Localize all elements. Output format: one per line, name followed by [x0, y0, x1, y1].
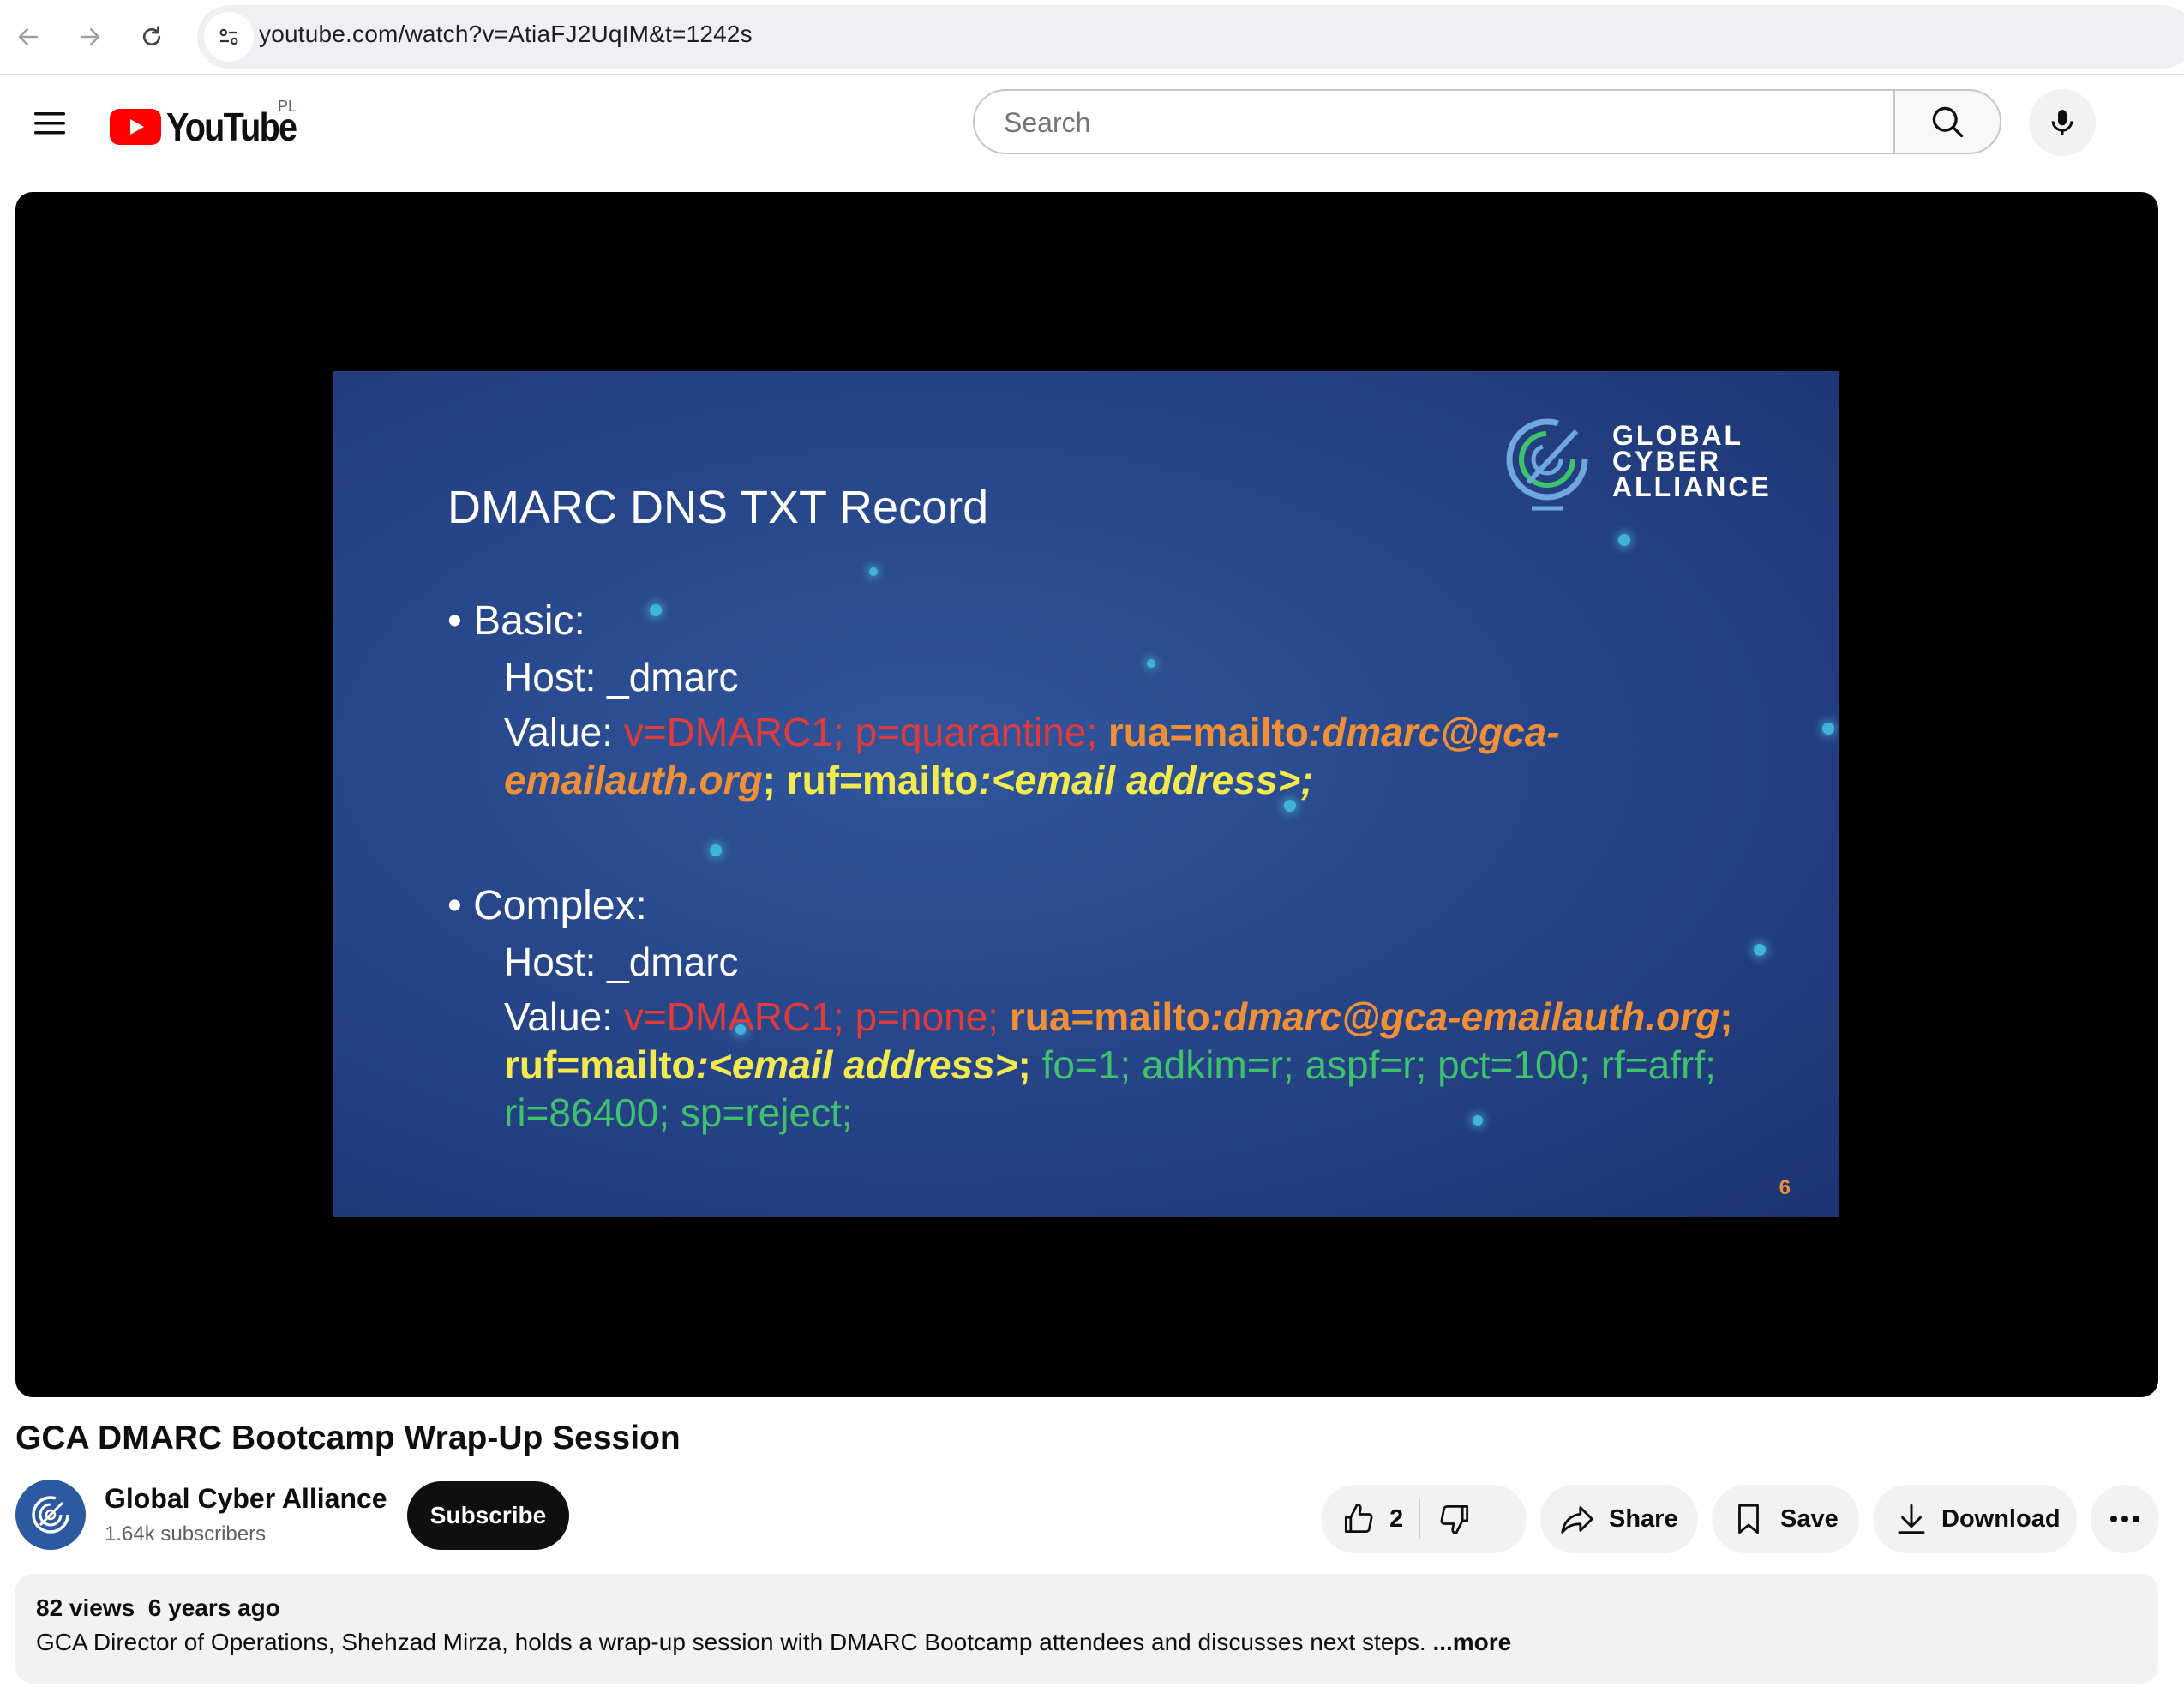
bookmark-icon: [1731, 1500, 1767, 1538]
rua-key: rua=mailto: [1107, 710, 1309, 754]
show-more-link[interactable]: ...more: [1432, 1629, 1511, 1655]
video-title: GCA DMARC Bootcamp Wrap-Up Session: [15, 1420, 681, 1456]
rua-value-cont: emailauth.org: [504, 758, 763, 802]
search-button[interactable]: [1893, 89, 2001, 154]
gca-logo-text: GLOBAL CYBER ALLIANCE: [1612, 420, 1772, 502]
ruf-key: ruf=mailto: [786, 758, 979, 802]
subscriber-count: 1.64k subscribers: [105, 1522, 267, 1546]
dmarc-tags-cont: ri=86400; sp=reject;: [504, 1090, 853, 1135]
share-button[interactable]: Share: [1540, 1485, 1698, 1553]
basic-host: Host: _dmarc: [504, 655, 739, 699]
basic-value-line-1: Value: v=DMARC1; p=quarantine; rua=mailt…: [504, 709, 1560, 755]
share-icon: [1557, 1499, 1597, 1539]
like-count: 2: [1389, 1504, 1404, 1533]
subscribe-button[interactable]: Subscribe: [407, 1481, 569, 1550]
youtube-header: YouTube PL: [0, 75, 2184, 178]
decorative-dot: [1147, 659, 1155, 668]
bullet-basic: • Basic:: [447, 598, 585, 644]
gca-avatar-icon: [32, 1496, 69, 1534]
complex-value-line-3: ri=86400; sp=reject;: [504, 1090, 853, 1136]
gca-logo: GLOBAL CYBER ALLIANCE: [1503, 412, 1811, 524]
download-icon: [1893, 1500, 1929, 1538]
ruf-key: ruf=mailto: [504, 1042, 696, 1087]
dmarc-policy: p=quarantine;: [855, 710, 1098, 754]
description-body: GCA Director of Operations, Shehzad Mirz…: [36, 1629, 1426, 1655]
more-horizontal-icon: [2110, 1516, 2139, 1522]
dislike-button[interactable]: [1436, 1500, 1473, 1538]
url-text[interactable]: youtube.com/watch?v=AtiaFJ2UqIM&t=1242s: [259, 21, 753, 48]
dmarc-version: v=DMARC1;: [623, 994, 844, 1039]
like-divider: [1419, 1499, 1421, 1539]
logo-line-2: CYBER: [1612, 446, 1722, 477]
dmarc-tags: fo=1; adkim=r; aspf=r; pct=100; rf=afrf;: [1041, 1042, 1716, 1087]
site-settings-icon[interactable]: [204, 12, 254, 62]
decorative-dot: [869, 567, 878, 576]
logo-line-1: GLOBAL: [1612, 420, 1744, 451]
microphone-icon: [2051, 110, 2073, 135]
more-actions-button[interactable]: [2091, 1485, 2159, 1553]
forward-arrow-icon[interactable]: [69, 15, 111, 58]
share-label: Share: [1609, 1504, 1678, 1533]
description-text: GCA Director of Operations, Shehzad Mirz…: [36, 1629, 1511, 1656]
search-icon: [1932, 106, 1964, 138]
bullet-complex: • Complex:: [447, 883, 647, 928]
voice-search-button[interactable]: [2029, 89, 2096, 156]
save-label: Save: [1780, 1504, 1839, 1533]
video-player[interactable]: GLOBAL CYBER ALLIANCE DMARC DNS TXT Reco…: [15, 192, 2158, 1397]
address-bar[interactable]: youtube.com/watch?v=AtiaFJ2UqIM&t=1242s: [197, 5, 2184, 69]
rua-value: :dmarc@gca-emailauth.org: [1209, 994, 1720, 1039]
decorative-dot: [1618, 534, 1630, 546]
reload-icon[interactable]: [130, 15, 173, 58]
value-label: Value:: [504, 710, 614, 754]
dmarc-policy: p=none;: [855, 994, 999, 1039]
logo-line-3: ALLIANCE: [1612, 471, 1772, 502]
rua-value: :dmarc@gca-: [1308, 710, 1560, 754]
description-box[interactable]: 82 views 6 years ago GCA Director of Ope…: [15, 1574, 2158, 1684]
view-count: 82 views: [36, 1594, 135, 1621]
like-button[interactable]: 2: [1340, 1500, 1403, 1538]
complex-value-line-1: Value: v=DMARC1; p=none; rua=mailto:dmar…: [504, 994, 1733, 1040]
channel-name[interactable]: Global Cyber Alliance: [105, 1483, 387, 1515]
globe-logo-icon: [1506, 418, 1588, 511]
video-frame-slide: GLOBAL CYBER ALLIANCE DMARC DNS TXT Reco…: [333, 371, 1839, 1217]
slide-page-number: 6: [1779, 1176, 1791, 1199]
like-dislike-group: 2: [1321, 1485, 1527, 1553]
logo-text: YouTube: [166, 105, 297, 149]
decorative-dot: [650, 604, 662, 616]
decorative-dot: [1754, 944, 1766, 956]
search-box: [973, 89, 1893, 154]
thumbs-down-icon: [1440, 1504, 1469, 1534]
separator: ;: [1017, 1042, 1031, 1087]
separator: ;: [1719, 994, 1733, 1039]
back-arrow-icon[interactable]: [7, 15, 50, 58]
decorative-dot: [1822, 723, 1834, 735]
rua-key: rua=mailto: [1009, 994, 1210, 1039]
dmarc-version: v=DMARC1;: [623, 710, 844, 754]
youtube-play-logo-icon: [110, 109, 161, 145]
separator: ;: [762, 758, 776, 802]
video-meta: 82 views 6 years ago: [36, 1594, 280, 1622]
decorative-dot: [1473, 1115, 1483, 1126]
download-button[interactable]: Download: [1873, 1485, 2077, 1553]
slide-title: DMARC DNS TXT Record: [447, 482, 989, 533]
upload-age: 6 years ago: [147, 1594, 280, 1621]
basic-value-line-2: emailauth.org; ruf=mailto:<email address…: [504, 757, 1314, 803]
thumbs-up-icon: [1344, 1504, 1373, 1534]
hamburger-menu-icon[interactable]: [26, 99, 74, 147]
value-label: Value:: [504, 994, 614, 1039]
basic-label: Basic:: [473, 598, 585, 644]
search-input[interactable]: [1002, 91, 1863, 154]
complex-value-line-2: ruf=mailto:<email address>; fo=1; adkim=…: [504, 1042, 1716, 1088]
save-button[interactable]: Save: [1712, 1485, 1859, 1553]
channel-avatar[interactable]: [15, 1480, 86, 1550]
region-code: PL: [278, 98, 297, 115]
ruf-value: :<email address>: [695, 1042, 1018, 1087]
decorative-dot: [710, 844, 722, 856]
download-label: Download: [1941, 1504, 2061, 1533]
complex-host: Host: _dmarc: [504, 940, 739, 984]
browser-toolbar: youtube.com/watch?v=AtiaFJ2UqIM&t=1242s: [0, 0, 2184, 75]
complex-label: Complex:: [473, 883, 647, 928]
ruf-value: :<email address>;: [978, 758, 1314, 802]
